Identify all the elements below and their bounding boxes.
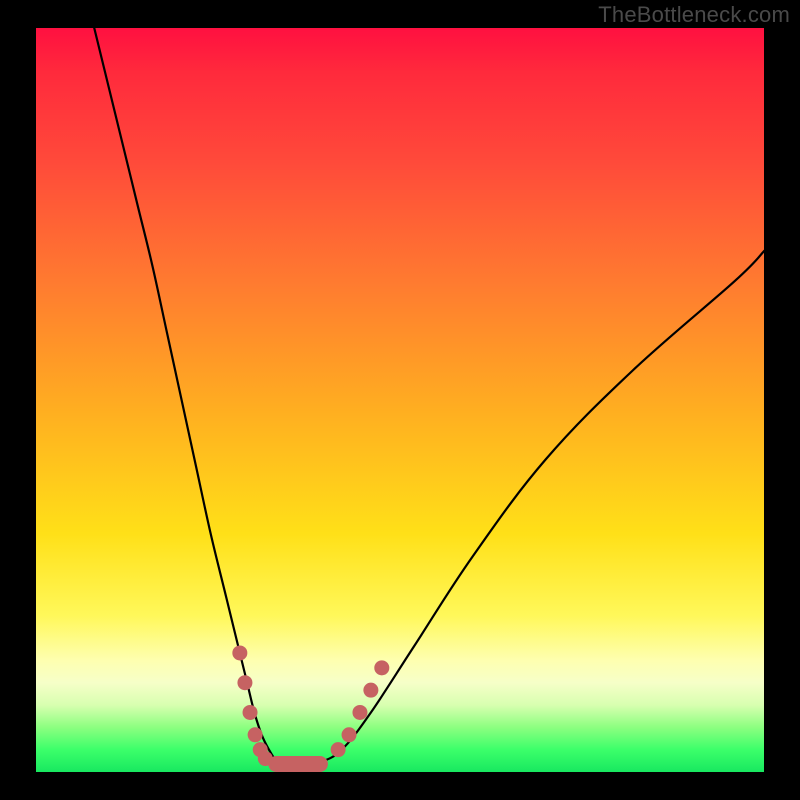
marker-dot — [331, 742, 346, 757]
curve-markers — [232, 645, 389, 772]
chart-svg — [36, 28, 764, 772]
marker-dot — [232, 645, 247, 660]
watermark-text: TheBottleneck.com — [598, 2, 790, 28]
marker-dot — [352, 705, 367, 720]
bottleneck-curve — [94, 28, 766, 765]
marker-dot — [237, 675, 252, 690]
chart-frame: TheBottleneck.com — [0, 0, 800, 800]
marker-dot — [342, 727, 357, 742]
marker-dot — [248, 727, 263, 742]
marker-pill — [268, 756, 328, 772]
plot-area — [36, 28, 764, 772]
marker-dot — [374, 660, 389, 675]
marker-dot — [363, 683, 378, 698]
marker-dot — [243, 705, 258, 720]
